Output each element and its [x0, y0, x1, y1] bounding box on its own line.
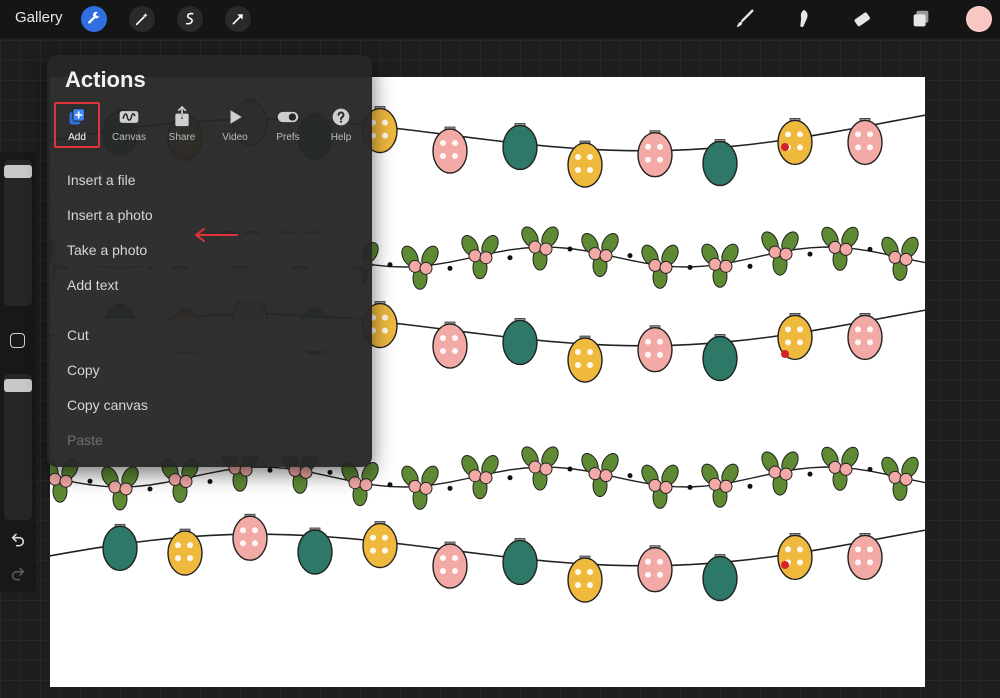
- cut-item[interactable]: Cut: [55, 319, 362, 351]
- smudge-button[interactable]: [791, 7, 815, 31]
- redo-button[interactable]: [9, 564, 27, 582]
- top-toolbar: Gallery: [0, 0, 1000, 38]
- brush-size-slider[interactable]: [4, 160, 32, 306]
- tab-canvas[interactable]: Canvas: [105, 103, 153, 149]
- tab-video[interactable]: Video: [211, 103, 259, 149]
- magic-wand-icon: [135, 13, 148, 26]
- opacity-slider[interactable]: [4, 374, 32, 520]
- actions-panel: Actions Add Canvas Share Video Prefs Hel…: [47, 55, 372, 467]
- undo-button[interactable]: [9, 530, 27, 548]
- tab-label: Video: [222, 132, 248, 143]
- undo-icon: [11, 533, 25, 547]
- help-icon: [332, 108, 350, 126]
- color-picker-button[interactable]: [966, 6, 992, 32]
- transform-button[interactable]: [225, 6, 251, 32]
- actions-wrench-button[interactable]: [81, 6, 107, 32]
- panel-title: Actions: [65, 67, 146, 92]
- transform-arrow-icon: [232, 14, 243, 25]
- tab-label: Prefs: [276, 132, 300, 143]
- tab-label: Share: [168, 132, 196, 143]
- play-icon: [230, 110, 242, 124]
- add-text-item[interactable]: Add text: [55, 269, 362, 301]
- tab-help[interactable]: Help: [317, 103, 365, 149]
- brush-button[interactable]: [733, 7, 757, 31]
- wrench-icon: [88, 11, 100, 24]
- opacity-thumb[interactable]: [4, 379, 32, 393]
- tab-label: Canvas: [112, 132, 146, 143]
- eraser-icon: [854, 12, 870, 27]
- gallery-button[interactable]: Gallery: [15, 9, 63, 26]
- selection-button[interactable]: [177, 6, 203, 32]
- layers-button[interactable]: [909, 7, 933, 31]
- tab-prefs[interactable]: Prefs: [264, 103, 312, 149]
- paste-item: Paste: [55, 424, 362, 456]
- brush-icon: [736, 9, 754, 28]
- share-icon: [175, 106, 189, 127]
- insert-file-item[interactable]: Insert a file: [55, 164, 362, 196]
- copy-canvas-item[interactable]: Copy canvas: [55, 389, 362, 421]
- adjustments-button[interactable]: [129, 6, 155, 32]
- redo-icon: [11, 567, 25, 581]
- layers-icon: [913, 10, 929, 27]
- copy-item[interactable]: Copy: [55, 354, 362, 386]
- brush-size-thumb[interactable]: [4, 165, 32, 179]
- smudge-icon: [800, 9, 808, 28]
- canvas-wave-icon: [119, 111, 139, 123]
- toggle-icon: [277, 111, 299, 123]
- tab-add[interactable]: Add: [53, 103, 101, 149]
- annotation-arrow-icon: [195, 228, 238, 242]
- eraser-button[interactable]: [850, 7, 874, 31]
- actions-tabs: Add Canvas Share Video Prefs Help: [53, 103, 366, 149]
- tab-label: Add: [68, 132, 86, 143]
- tab-share[interactable]: Share: [158, 103, 206, 149]
- modify-square-icon[interactable]: [10, 333, 25, 348]
- selection-icon: [185, 12, 194, 25]
- tab-label: Help: [330, 132, 352, 143]
- left-sidebar: [0, 152, 36, 592]
- add-file-icon: [69, 108, 85, 125]
